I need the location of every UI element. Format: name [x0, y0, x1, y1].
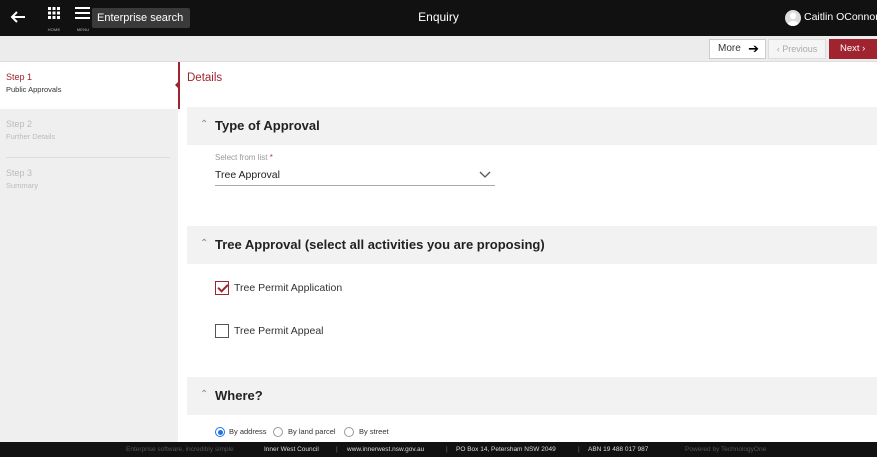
type-of-approval-title: Type of Approval — [215, 118, 320, 133]
tree-permit-application-checkbox[interactable] — [215, 281, 229, 295]
footer-council: Inner West Council — [264, 446, 319, 453]
tree-approval-header[interactable]: ⌃ Tree Approval (select all activities y… — [187, 226, 877, 264]
footer-website-link[interactable]: www.innerwest.nsw.gov.au — [347, 442, 424, 457]
chevron-up-icon: ⌃ — [200, 389, 209, 400]
chevron-up-icon: ⌃ — [200, 119, 209, 130]
by-address-radio[interactable] — [215, 427, 225, 437]
step-3-title: Step 3 — [6, 168, 33, 178]
active-step-pointer — [175, 81, 179, 89]
by-land-parcel-radio[interactable] — [273, 427, 283, 437]
more-button[interactable]: More ➔ — [709, 39, 766, 59]
action-bar: More ➔ ‹ Previous Next › — [0, 36, 877, 62]
required-mark: * — [269, 153, 273, 162]
footer-powered-by: Powered by TechnologyOne — [685, 446, 767, 453]
select-field-label: Select from list * — [215, 153, 273, 162]
tree-permit-appeal-checkbox[interactable] — [215, 324, 229, 338]
type-of-approval-header[interactable]: ⌃ Type of Approval — [187, 107, 877, 145]
arrow-right-icon: ➔ — [748, 41, 759, 56]
footer-separator: | — [446, 446, 448, 453]
footer-separator: | — [336, 446, 338, 453]
step-2-title: Step 2 — [6, 119, 33, 129]
avatar[interactable] — [785, 10, 801, 26]
by-street-label[interactable]: By street — [359, 427, 389, 436]
steps-sidebar: Step 1 Public Approvals Step 2 Further D… — [0, 62, 178, 442]
step-2-subtitle: Further Details — [6, 132, 56, 141]
step-3-subtitle: Summary — [6, 181, 39, 190]
approval-type-value: Tree Approval — [215, 169, 280, 181]
footer-separator: | — [578, 446, 580, 453]
step-1-title: Step 1 — [6, 72, 33, 82]
approval-type-select[interactable]: Tree Approval — [215, 166, 495, 186]
step-1[interactable]: Step 1 Public Approvals — [0, 62, 178, 109]
details-heading: Details — [187, 72, 223, 84]
home-label: HOME — [47, 27, 61, 32]
by-street-radio[interactable] — [344, 427, 354, 437]
by-land-parcel-label[interactable]: By land parcel — [288, 427, 336, 436]
user-icon — [787, 12, 799, 26]
by-address-label[interactable]: By address — [229, 427, 267, 436]
more-label: More — [718, 43, 741, 54]
where-title: Where? — [215, 388, 263, 403]
footer: Enterprise software, incredibly simple I… — [0, 442, 877, 457]
footer-address: PO Box 14, Petersham NSW 2049 — [456, 446, 556, 453]
chevron-up-icon: ⌃ — [200, 238, 209, 249]
tree-approval-title: Tree Approval (select all activities you… — [215, 237, 545, 252]
user-name[interactable]: Caitlin OConnor — [804, 11, 877, 23]
previous-button[interactable]: ‹ Previous — [768, 39, 826, 59]
page-title: Enquiry — [418, 10, 459, 24]
step-2[interactable]: Step 2 Further Details — [0, 109, 178, 156]
footer-abn: ABN 19 488 017 987 — [588, 446, 649, 453]
tree-permit-appeal-label[interactable]: Tree Permit Appeal — [234, 325, 324, 337]
footer-tagline: Enterprise software, incredibly simple — [126, 446, 234, 453]
tree-permit-application-label[interactable]: Tree Permit Application — [234, 282, 342, 294]
step-3[interactable]: Step 3 Summary — [0, 158, 178, 205]
where-header[interactable]: ⌃ Where? — [187, 377, 877, 415]
chevron-down-icon — [479, 169, 491, 182]
step-1-subtitle: Public Approvals — [6, 85, 62, 94]
menu-label: MENU — [76, 27, 90, 32]
top-bar: HOME MENU Enterprise search Enquiry Cait… — [0, 0, 877, 36]
next-button[interactable]: Next › — [829, 39, 877, 59]
